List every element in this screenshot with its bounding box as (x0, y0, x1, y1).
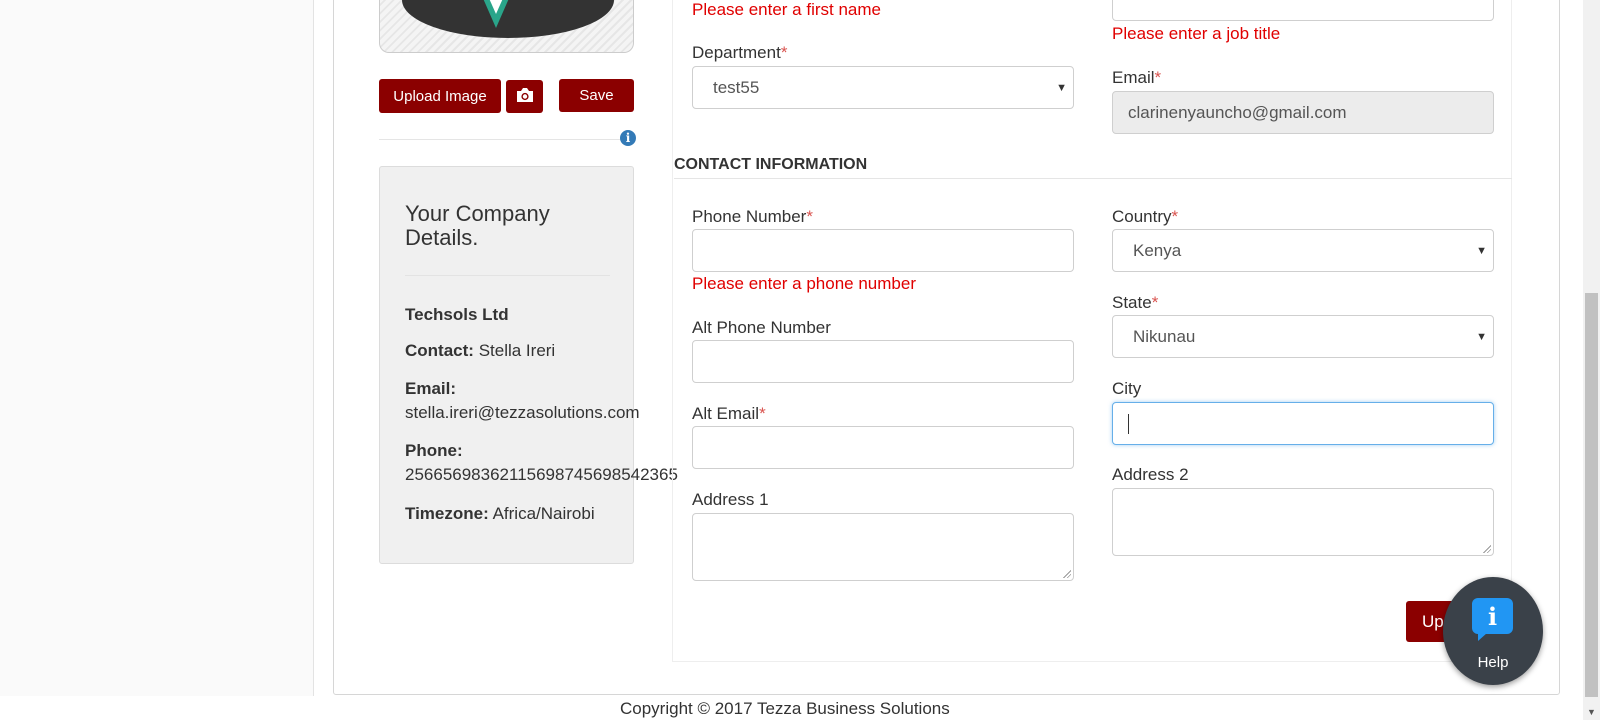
country-value: Kenya (1133, 240, 1182, 260)
email-value: clarinenyauncho@gmail.com (1128, 102, 1347, 122)
department-select[interactable]: test55 ▼ (692, 66, 1074, 109)
job-title-error: Please enter a job title (1112, 24, 1281, 43)
timezone-value: Africa/Nairobi (492, 504, 595, 523)
company-details-title: Your Company Details. (405, 201, 550, 250)
company-details-panel: Your Company Details. Techsols Ltd Conta… (379, 166, 678, 564)
left-gutter (0, 0, 314, 696)
scrollbar-thumb[interactable] (1585, 293, 1598, 697)
company-phone-value: 25665698362115698745698542365 (405, 465, 678, 484)
info-icon[interactable]: i (620, 130, 636, 146)
camera-icon (515, 87, 535, 107)
department-label: Department* (692, 43, 788, 62)
chevron-down-icon: ▼ (1056, 81, 1067, 94)
company-contact: Contact: Stella Ireri (405, 339, 555, 363)
upload-image-button[interactable]: Upload Image (379, 79, 501, 113)
city-label: City (1112, 379, 1142, 398)
contact-label: Contact: (405, 341, 474, 360)
resize-handle-icon[interactable] (1483, 545, 1491, 553)
profile-avatar (379, 0, 634, 53)
job-title-input[interactable] (1112, 0, 1494, 21)
resize-handle-icon[interactable] (1063, 570, 1071, 578)
help-widget[interactable]: i Help (1443, 577, 1543, 685)
address1-textarea[interactable] (692, 513, 1074, 581)
chevron-down-icon: ▼ (1476, 244, 1487, 257)
camera-button[interactable] (506, 80, 543, 113)
alt-phone-label: Alt Phone Number (692, 318, 831, 337)
state-select[interactable]: Nikunau ▼ (1112, 315, 1494, 358)
address1-label: Address 1 (692, 490, 769, 509)
phone-error: Please enter a phone number (692, 274, 916, 293)
chevron-down-icon: ▼ (1476, 330, 1487, 343)
country-select[interactable]: Kenya ▼ (1112, 229, 1494, 272)
alt-email-label: Alt Email* (692, 404, 766, 423)
contact-value: Stella Ireri (478, 341, 556, 360)
company-phone-label: Phone: (405, 441, 463, 460)
alt-phone-input[interactable] (692, 340, 1074, 383)
email-field[interactable]: clarinenyauncho@gmail.com (1112, 91, 1494, 134)
text-cursor (1128, 413, 1129, 434)
state-value: Nikunau (1133, 326, 1196, 346)
company-name: Techsols Ltd (405, 305, 509, 324)
phone-label: Phone Number* (692, 207, 813, 226)
help-label: Help (1477, 654, 1509, 671)
divider (405, 275, 610, 276)
phone-input[interactable] (692, 229, 1074, 272)
footer-copyright: Copyright © 2017 Tezza Business Solution… (620, 699, 950, 718)
save-button[interactable]: Save (559, 79, 634, 112)
address2-label: Address 2 (1112, 465, 1189, 484)
timezone-label: Timezone: (405, 504, 489, 523)
state-label: State* (1112, 293, 1159, 312)
alt-email-input[interactable] (692, 426, 1074, 469)
divider (674, 178, 1512, 179)
company-email-label: Email: (405, 379, 457, 398)
first-name-error: Please enter a first name (692, 0, 881, 19)
company-email-value: stella.ireri@tezzasolutions.com (405, 403, 640, 422)
vertical-scrollbar[interactable]: ▼ (1583, 0, 1600, 720)
help-chat-icon: i (1472, 598, 1513, 641)
divider (379, 139, 634, 140)
address2-textarea[interactable] (1112, 488, 1494, 556)
email-label: Email* (1112, 68, 1162, 87)
city-input[interactable] (1112, 402, 1494, 445)
country-label: Country* (1112, 207, 1179, 226)
scroll-down-arrow-icon[interactable]: ▼ (1583, 703, 1600, 720)
department-value: test55 (713, 77, 760, 97)
company-timezone: Timezone: Africa/Nairobi (405, 502, 595, 526)
contact-information-heading: CONTACT INFORMATION (674, 156, 868, 173)
